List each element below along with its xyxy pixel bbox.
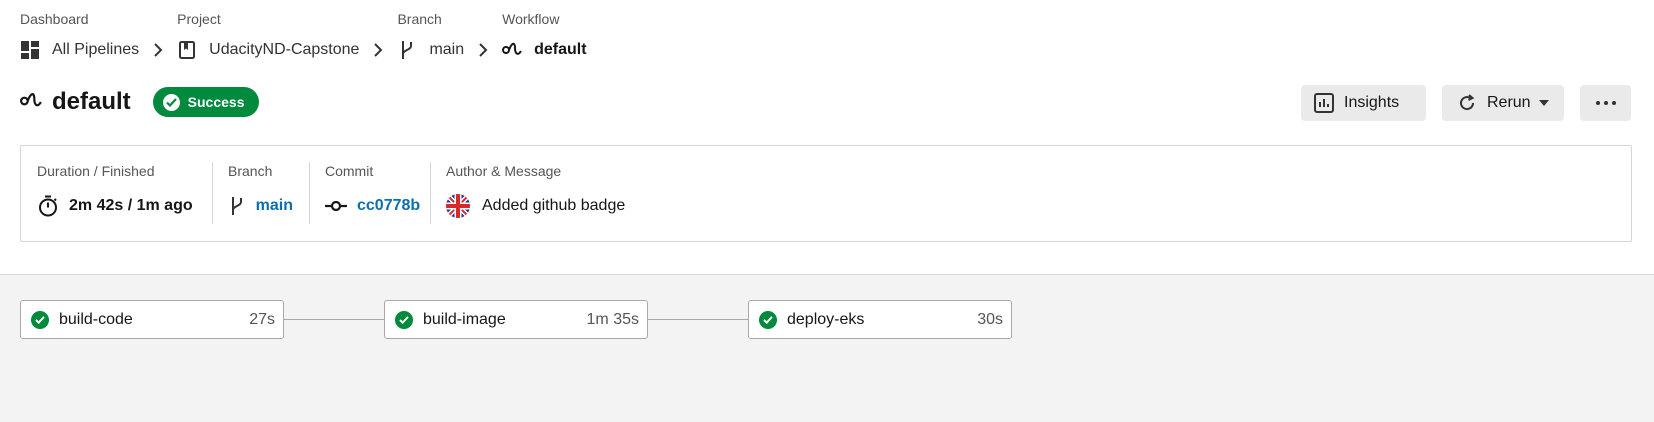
job-duration: 30s bbox=[977, 310, 1003, 328]
job-deploy-eks[interactable]: deploy-eks 30s bbox=[748, 300, 1012, 339]
refresh-icon bbox=[1457, 93, 1477, 113]
breadcrumb-label: Branch bbox=[397, 11, 442, 27]
job-name: deploy-eks bbox=[787, 310, 865, 328]
chevron-right-icon bbox=[476, 36, 490, 64]
job-build-image[interactable]: build-image 1m 35s bbox=[384, 300, 648, 339]
breadcrumb-value[interactable]: main bbox=[429, 41, 464, 59]
breadcrumb-project[interactable]: Project UdacityND-Capstone bbox=[177, 10, 359, 64]
insights-button[interactable]: Insights bbox=[1301, 85, 1426, 121]
breadcrumb-label: Dashboard bbox=[20, 11, 89, 27]
breadcrumb: Dashboard All Pipelines Project UdacityN… bbox=[20, 10, 587, 64]
pipeline-info-card: Duration / Finished 2m 42s / 1m ago Bran… bbox=[20, 145, 1632, 242]
job-duration: 27s bbox=[249, 310, 275, 328]
job-name: build-code bbox=[59, 310, 133, 328]
breadcrumb-value[interactable]: All Pipelines bbox=[52, 41, 139, 59]
breadcrumb-value[interactable]: UdacityND-Capstone bbox=[209, 41, 359, 59]
job-build-code[interactable]: build-code 27s bbox=[20, 300, 284, 339]
breadcrumb-branch[interactable]: Branch main bbox=[397, 10, 464, 64]
branch-icon bbox=[228, 195, 246, 217]
check-icon bbox=[31, 310, 49, 329]
branch-label: Branch bbox=[228, 163, 273, 179]
author-label: Author & Message bbox=[446, 163, 562, 179]
commit-label: Commit bbox=[325, 163, 374, 179]
commit-link[interactable]: cc0778b bbox=[357, 197, 420, 215]
commit-cell: Commit cc0778b bbox=[309, 146, 430, 241]
workflow-graph: build-code 27s build-image 1m 35s deploy… bbox=[0, 274, 1654, 422]
chevron-right-icon bbox=[371, 36, 385, 64]
check-icon bbox=[759, 310, 777, 329]
more-options-button[interactable] bbox=[1580, 85, 1631, 121]
more-horizontal-icon bbox=[1595, 101, 1616, 105]
job-name: build-image bbox=[423, 310, 506, 328]
check-icon bbox=[395, 310, 413, 329]
caret-down-icon bbox=[1538, 100, 1549, 106]
breadcrumb-dashboard[interactable]: Dashboard All Pipelines bbox=[20, 10, 139, 64]
breadcrumb-value[interactable]: default bbox=[534, 41, 586, 59]
rerun-button-label: Rerun bbox=[1487, 94, 1531, 111]
chart-icon bbox=[1314, 93, 1334, 113]
timer-icon bbox=[37, 195, 59, 217]
job-duration: 1m 35s bbox=[586, 310, 639, 328]
duration-value: 2m 42s / 1m ago bbox=[69, 197, 193, 214]
job-connector bbox=[648, 319, 748, 320]
chevron-right-icon bbox=[151, 36, 165, 64]
dashboard-icon bbox=[20, 40, 40, 60]
commit-icon bbox=[325, 195, 347, 217]
branch-link[interactable]: main bbox=[256, 197, 293, 215]
avatar bbox=[446, 194, 470, 218]
duration-label: Duration / Finished bbox=[37, 163, 155, 179]
branch-cell: Branch main bbox=[212, 146, 309, 241]
breadcrumb-label: Workflow bbox=[502, 11, 560, 27]
workflow-icon bbox=[502, 40, 522, 60]
header-actions: Insights Rerun bbox=[0, 85, 1654, 121]
duration-cell: Duration / Finished 2m 42s / 1m ago bbox=[21, 146, 212, 241]
insights-button-label: Insights bbox=[1344, 94, 1400, 111]
breadcrumb-workflow[interactable]: Workflow default bbox=[502, 10, 587, 64]
commit-message: Added github badge bbox=[482, 197, 626, 214]
project-icon bbox=[177, 40, 197, 60]
author-cell: Author & Message Added github badge bbox=[430, 146, 1631, 241]
rerun-button[interactable]: Rerun bbox=[1442, 85, 1564, 121]
breadcrumb-label: Project bbox=[177, 11, 221, 27]
job-connector bbox=[284, 319, 384, 320]
branch-icon bbox=[397, 40, 417, 60]
